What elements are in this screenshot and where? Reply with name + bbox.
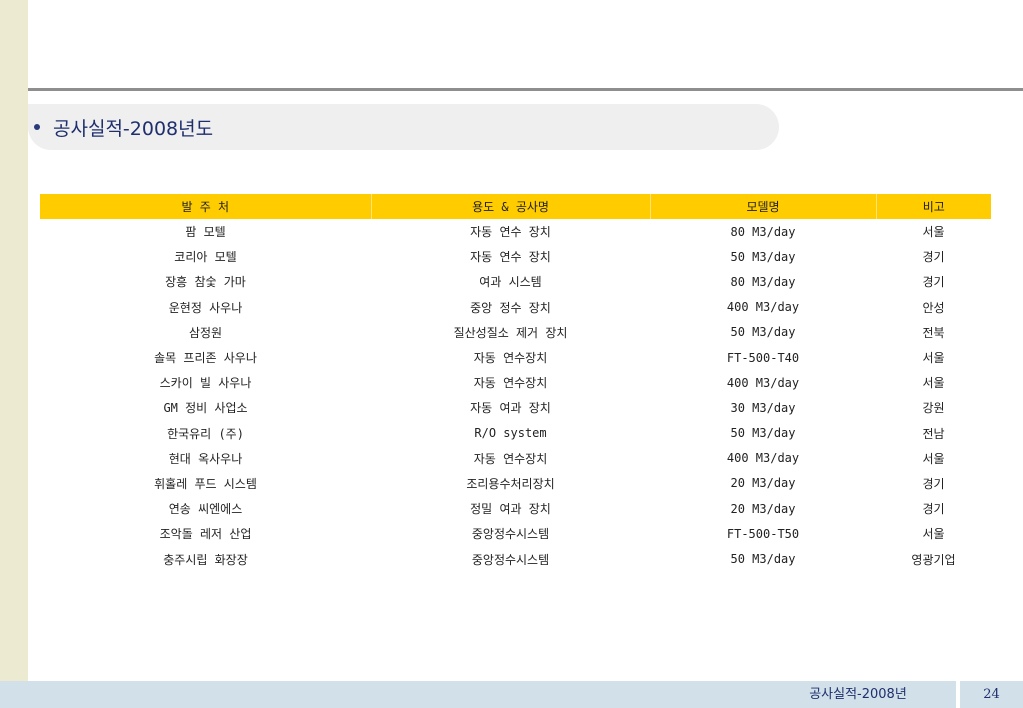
- table-row: 장흥 참숯 가마 여과 시스템 80 M3/day 경기: [40, 269, 991, 294]
- header-note: 비고: [876, 194, 991, 219]
- table-row: 현대 옥사우나 자동 연수장치 400 M3/day 서울: [40, 446, 991, 471]
- cell-purpose: 자동 연수장치: [473, 351, 548, 366]
- cell-note: 영광기업: [911, 552, 956, 567]
- cell-model: 50 M3/day: [730, 552, 796, 567]
- cell-purpose: 자동 연수 장치: [470, 250, 551, 265]
- table-body: 팜 모텔 자동 연수 장치 80 M3/day 서울 코리아 모텔 자동 연수 장치 50 …: [40, 219, 991, 572]
- cell-model: FT-500-T40: [726, 350, 800, 365]
- cell-purpose: 조리용수처리장치: [466, 476, 555, 491]
- cell-model: FT-500-T50: [726, 526, 800, 541]
- cell-note: 경기: [922, 502, 945, 517]
- project-table: 발 주 처 용도 & 공사명 모델명 비고 팜 모텔 자동 연수 장치 80 M3/…: [40, 194, 991, 572]
- cell-note: 강원: [922, 401, 945, 416]
- header-model: 모델명: [650, 194, 877, 219]
- header-client: 발 주 처: [40, 194, 372, 219]
- cell-purpose: 자동 연수장치: [473, 376, 548, 391]
- cell-model: 400 M3/day: [726, 300, 800, 315]
- section-heading-bar: 공사실적-2008년도: [28, 104, 779, 150]
- cell-note: 서울: [922, 376, 945, 391]
- table-header-row: 발 주 처 용도 & 공사명 모델명 비고: [40, 194, 991, 219]
- section-heading: 공사실적-2008년도: [53, 117, 214, 140]
- cell-client: 조악돌 레저 산업: [159, 527, 252, 542]
- table-row: 충주시립 화장장 중앙정수시스템 50 M3/day 영광기업: [40, 546, 991, 571]
- cell-note: 서울: [922, 451, 945, 466]
- cell-purpose: 여과 시스템: [479, 275, 542, 290]
- footer-bar: 공사실적-2008년: [0, 681, 1023, 708]
- cell-note: 서울: [922, 225, 945, 240]
- cell-client: 팜 모텔: [185, 225, 226, 240]
- cell-model: 80 M3/day: [730, 274, 796, 289]
- table-row: 삼정원 질산성질소 제거 장치 50 M3/day 전북: [40, 320, 991, 345]
- cell-client: 솔목 프리존 사우나: [154, 351, 257, 366]
- table-row: 운현정 사우나 중앙 정수 장치 400 M3/day 안성: [40, 295, 991, 320]
- cell-client: 코리아 모텔: [174, 250, 237, 265]
- bullet-icon: [34, 124, 40, 130]
- header-purpose: 용도 & 공사명: [371, 194, 651, 219]
- cell-client: 스카이 빌 사우나: [159, 376, 252, 391]
- cell-model: 20 M3/day: [730, 476, 796, 491]
- cell-purpose: 중앙정수시스템: [471, 552, 550, 567]
- cell-client: 한국유리 (주): [167, 426, 244, 441]
- cell-note: 전북: [922, 325, 945, 340]
- cell-note: 경기: [922, 250, 945, 265]
- table-row: 조악돌 레저 산업 중앙정수시스템 FT-500-T50 서울: [40, 521, 991, 546]
- cell-model: 400 M3/day: [726, 375, 800, 390]
- cell-note: 서울: [922, 351, 945, 366]
- cell-purpose: R/O system: [474, 426, 547, 441]
- cell-purpose: 중앙 정수 장치: [470, 300, 551, 315]
- cell-purpose: 자동 연수 장치: [470, 225, 551, 240]
- cell-purpose: 중앙정수시스템: [471, 527, 550, 542]
- cell-client: 삼정원: [188, 325, 223, 340]
- table-row: 솔목 프리존 사우나 자동 연수장치 FT-500-T40 서울: [40, 345, 991, 370]
- cell-client: 장흥 참숯 가마: [165, 275, 246, 290]
- cell-client: 현대 옥사우나: [168, 451, 243, 466]
- table-row: 연송 씨엔에스 정밀 여과 장치 20 M3/day 경기: [40, 496, 991, 521]
- cell-client: GM 정비 사업소: [163, 401, 248, 416]
- footer-title: 공사실적-2008년: [809, 687, 907, 702]
- cell-client: 운현정 사우나: [168, 300, 243, 315]
- cell-note: 안성: [922, 300, 945, 315]
- cell-model: 80 M3/day: [730, 224, 796, 239]
- left-decorative-strip: [0, 0, 28, 681]
- table-row: 팜 모텔 자동 연수 장치 80 M3/day 서울: [40, 219, 991, 244]
- cell-model: 50 M3/day: [730, 249, 796, 264]
- cell-note: 경기: [922, 476, 945, 491]
- cell-model: 20 M3/day: [730, 501, 796, 516]
- cell-model: 50 M3/day: [730, 426, 796, 441]
- table-row: 코리아 모텔 자동 연수 장치 50 M3/day 경기: [40, 244, 991, 269]
- cell-model: 30 M3/day: [730, 400, 796, 415]
- cell-note: 서울: [922, 527, 945, 542]
- cell-purpose: 질산성질소 제거 장치: [453, 325, 568, 340]
- project-table-container: 발 주 처 용도 & 공사명 모델명 비고 팜 모텔 자동 연수 장치 80 M3/…: [40, 194, 991, 572]
- cell-note: 경기: [922, 275, 945, 290]
- top-divider: [28, 88, 1023, 91]
- cell-client: 연송 씨엔에스: [168, 502, 243, 517]
- cell-purpose: 자동 연수장치: [473, 451, 548, 466]
- cell-purpose: 정밀 여과 장치: [470, 502, 551, 517]
- table-row: 휘홀레 푸드 시스템 조리용수처리장치 20 M3/day 경기: [40, 471, 991, 496]
- cell-note: 전남: [922, 426, 945, 441]
- table-row: 스카이 빌 사우나 자동 연수장치 400 M3/day 서울: [40, 370, 991, 395]
- table-row: 한국유리 (주) R/O system 50 M3/day 전남: [40, 421, 991, 446]
- cell-model: 400 M3/day: [726, 451, 800, 466]
- page-number: 24: [960, 681, 1023, 708]
- cell-client: 휘홀레 푸드 시스템: [154, 476, 257, 491]
- table-row: GM 정비 사업소 자동 여과 장치 30 M3/day 강원: [40, 395, 991, 420]
- cell-purpose: 자동 여과 장치: [470, 401, 551, 416]
- cell-model: 50 M3/day: [730, 325, 796, 340]
- cell-client: 충주시립 화장장: [163, 552, 248, 567]
